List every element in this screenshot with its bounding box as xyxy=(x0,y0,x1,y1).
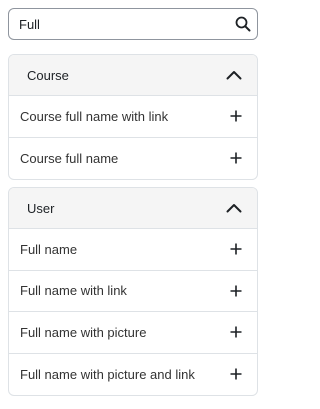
user-section-header[interactable]: User xyxy=(9,188,257,229)
item-label: Full name with picture and link xyxy=(20,366,195,382)
item-label: Full name with picture xyxy=(20,324,147,340)
section-title: User xyxy=(27,200,55,216)
item-label: Course full name xyxy=(20,150,119,166)
list-item-full-name-with-picture[interactable]: Full name with picture xyxy=(9,312,257,354)
section-title: Course xyxy=(27,67,69,83)
item-label: Course full name with link xyxy=(20,108,169,124)
course-section-header[interactable]: Course xyxy=(9,55,257,96)
plus-icon[interactable] xyxy=(229,151,243,165)
plus-icon[interactable] xyxy=(229,284,243,298)
plus-icon[interactable] xyxy=(229,325,243,339)
list-item-course-full-name-with-link[interactable]: Course full name with link xyxy=(9,96,257,138)
search-box[interactable] xyxy=(8,8,258,40)
plus-icon[interactable] xyxy=(229,109,243,123)
item-label: Full name with link xyxy=(20,283,127,299)
plus-icon[interactable] xyxy=(229,367,243,381)
search-input[interactable] xyxy=(9,9,229,39)
plus-icon[interactable] xyxy=(229,242,243,256)
chevron-up-icon[interactable] xyxy=(225,199,243,217)
user-section: User Full name Full name with link Full … xyxy=(8,187,258,396)
chevron-up-icon[interactable] xyxy=(225,66,243,84)
list-item-full-name[interactable]: Full name xyxy=(9,229,257,271)
list-item-full-name-with-link[interactable]: Full name with link xyxy=(9,271,257,312)
item-label: Full name xyxy=(20,241,78,257)
search-icon[interactable] xyxy=(229,9,257,39)
list-item-full-name-with-picture-and-link[interactable]: Full name with picture and link xyxy=(9,354,257,396)
list-item-course-full-name[interactable]: Course full name xyxy=(9,138,257,180)
course-section: Course Course full name with link Course… xyxy=(8,54,258,180)
